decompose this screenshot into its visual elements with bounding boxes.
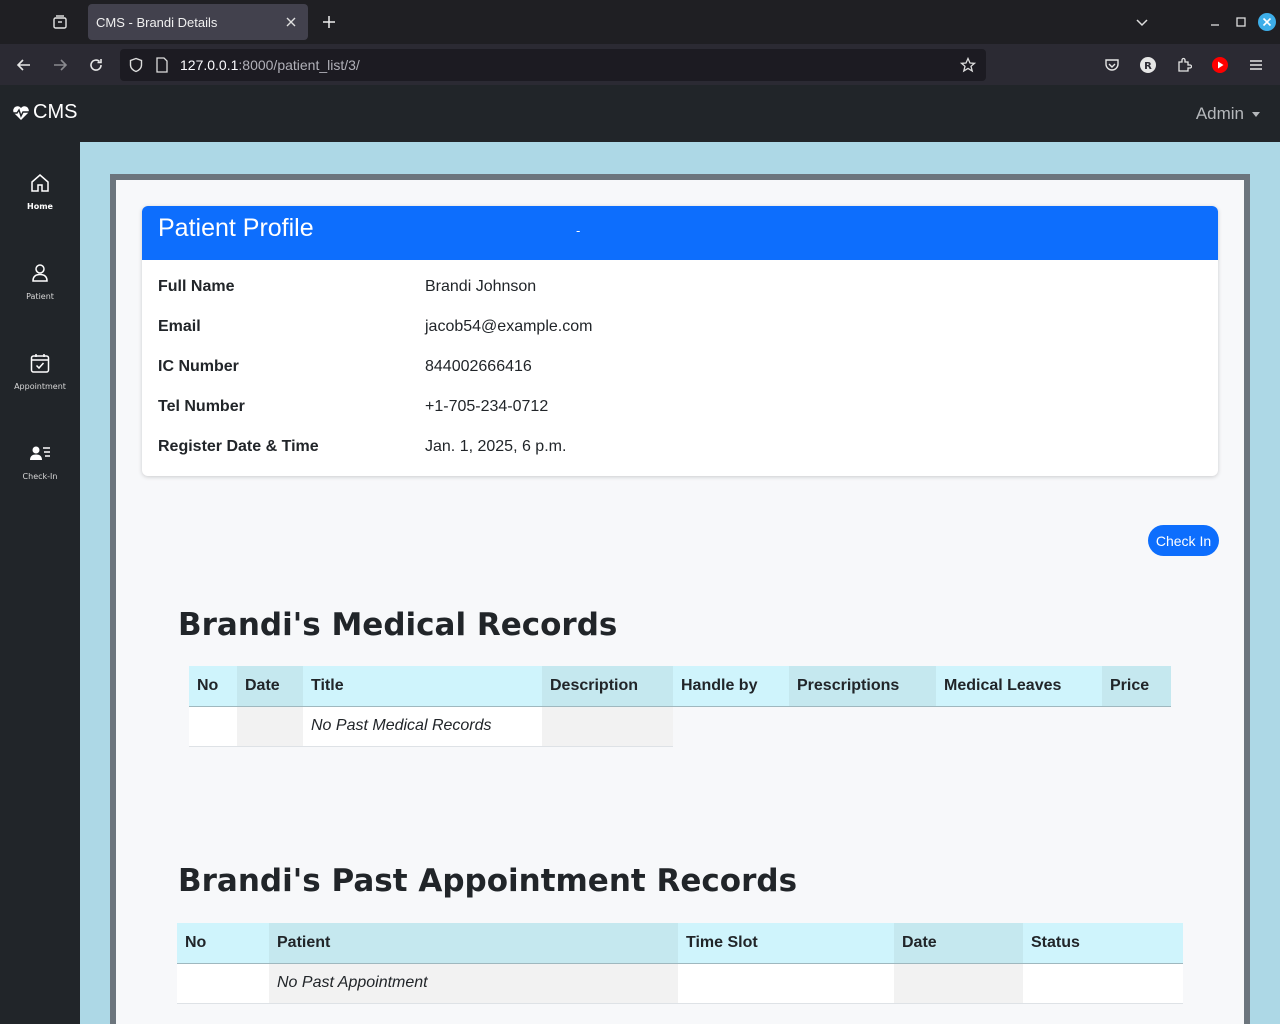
tab-list-icon[interactable] xyxy=(48,10,72,34)
column-header-title: Title xyxy=(303,666,542,707)
reload-icon[interactable] xyxy=(84,53,108,77)
column-header-medical-leaves: Medical Leaves xyxy=(936,666,1102,707)
table-cell xyxy=(678,963,894,1004)
table-row: No Past Appointment xyxy=(177,963,1183,1004)
close-window-icon[interactable] xyxy=(1257,12,1277,32)
column-header-status: Status xyxy=(1023,923,1183,964)
url-path: :8000/patient_list/3/ xyxy=(238,57,360,73)
card-header: Patient Profile - xyxy=(142,206,1218,260)
table-cell xyxy=(177,963,269,1004)
back-icon[interactable] xyxy=(12,53,36,77)
heart-pulse-icon xyxy=(13,105,29,120)
profile-value: Brandi Johnson xyxy=(425,278,537,295)
column-header-patient: Patient xyxy=(269,923,678,964)
table-cell xyxy=(936,706,1102,746)
pocket-icon[interactable] xyxy=(1100,53,1124,77)
url-bar[interactable]: 127.0.0.1:8000/patient_list/3/ xyxy=(120,49,986,81)
table-cell xyxy=(1023,963,1183,1004)
medical-records-table: No Date Title Description Handle by Pres… xyxy=(189,666,1171,747)
column-header-price: Price xyxy=(1102,666,1171,707)
admin-dropdown[interactable]: Admin xyxy=(1196,104,1260,124)
column-header-description: Description xyxy=(542,666,673,707)
page-icon[interactable] xyxy=(152,55,172,75)
calendar-check-icon xyxy=(30,354,50,373)
star-icon[interactable] xyxy=(958,55,978,75)
profile-value: jacob54@example.com xyxy=(425,318,593,335)
sidebar-item-patient[interactable]: Patient xyxy=(0,262,80,332)
shield-icon[interactable] xyxy=(126,55,146,75)
profile-value: 844002666416 xyxy=(425,358,532,375)
sidebar-item-home[interactable]: Home xyxy=(0,172,80,242)
sidebar-item-label: Appointment xyxy=(14,382,66,391)
profile-label: Email xyxy=(158,318,201,335)
chevron-down-icon[interactable] xyxy=(1132,12,1152,32)
profile-label: IC Number xyxy=(158,358,239,375)
empty-appointments-message: No Past Appointment xyxy=(269,963,678,1004)
svg-text:R: R xyxy=(1144,61,1152,72)
table-cell xyxy=(542,706,673,747)
admin-label: Admin xyxy=(1195,104,1244,123)
column-header-date: Date xyxy=(894,923,1023,964)
appointment-records-table: No Patient Time Slot Date Status No Past… xyxy=(177,923,1183,1004)
check-in-button[interactable]: Check In xyxy=(1148,525,1219,556)
column-header-prescriptions: Prescriptions xyxy=(789,666,936,707)
tab-title: CMS - Brandi Details xyxy=(96,14,218,30)
minimize-icon[interactable] xyxy=(1205,12,1225,32)
profile-label: Full Name xyxy=(158,278,235,295)
table-header-row: No Date Title Description Handle by Pres… xyxy=(189,666,1171,707)
profile-value: Jan. 1, 2025, 6 p.m. xyxy=(425,438,567,455)
browser-tab-bar: CMS - Brandi Details xyxy=(0,0,1280,44)
profile-value: +1-705-234-0712 xyxy=(425,398,549,415)
forward-icon[interactable] xyxy=(48,53,72,77)
profile-label: Register Date & Time xyxy=(158,438,319,455)
patient-profile-card: Patient Profile - Full Name Brandi Johns… xyxy=(142,206,1218,476)
table-cell xyxy=(189,706,237,747)
sidebar-item-check-in[interactable]: Check-In xyxy=(0,442,80,512)
table-cell xyxy=(237,706,303,747)
extensions-icon[interactable] xyxy=(1172,53,1196,77)
medical-records-title: Brandi's Medical Records xyxy=(178,607,618,643)
youtube-extension-icon[interactable] xyxy=(1208,53,1232,77)
close-tab-icon[interactable] xyxy=(282,13,300,31)
sidebar: Home Patient Appointment Check-In xyxy=(0,142,80,1024)
empty-records-message: No Past Medical Records xyxy=(303,706,542,747)
app-header: CMS Admin xyxy=(0,85,1280,142)
browser-tab[interactable]: CMS - Brandi Details xyxy=(88,4,308,40)
main-content: Patient Profile - Full Name Brandi Johns… xyxy=(110,174,1250,1024)
sidebar-item-label: Patient xyxy=(26,292,54,301)
table-row: No Past Medical Records xyxy=(189,706,1171,747)
menu-icon[interactable] xyxy=(1244,53,1268,77)
sidebar-item-label: Check-In xyxy=(22,472,58,481)
browser-nav-bar: 127.0.0.1:8000/patient_list/3/ R xyxy=(0,44,1280,85)
table-cell xyxy=(673,706,789,746)
new-tab-icon[interactable] xyxy=(318,11,340,33)
maximize-icon[interactable] xyxy=(1231,12,1251,32)
table-cell xyxy=(894,963,1023,1004)
card-header-dash: - xyxy=(576,224,581,238)
brand-name: CMS xyxy=(33,101,78,123)
appointment-records-title: Brandi's Past Appointment Records xyxy=(178,863,798,899)
url-text: 127.0.0.1:8000/patient_list/3/ xyxy=(180,57,360,73)
column-header-handle-by: Handle by xyxy=(673,666,789,707)
url-host: 127.0.0.1 xyxy=(180,57,239,73)
sidebar-item-appointment[interactable]: Appointment xyxy=(0,352,80,422)
table-header-row: No Patient Time Slot Date Status xyxy=(177,923,1183,964)
person-lines-icon xyxy=(30,446,50,460)
column-header-no: No xyxy=(177,923,269,964)
person-icon xyxy=(32,264,48,282)
card-title: Patient Profile xyxy=(158,214,314,242)
column-header-time-slot: Time Slot xyxy=(678,923,894,964)
home-icon xyxy=(31,174,49,192)
table-cell xyxy=(1102,706,1171,746)
sidebar-item-label: Home xyxy=(27,202,53,211)
account-icon[interactable]: R xyxy=(1136,53,1160,77)
column-header-no: No xyxy=(189,666,237,707)
table-cell xyxy=(789,706,936,746)
column-header-date: Date xyxy=(237,666,303,707)
caret-down-icon xyxy=(1252,111,1260,117)
profile-label: Tel Number xyxy=(158,398,245,415)
brand[interactable]: CMS xyxy=(12,101,77,124)
